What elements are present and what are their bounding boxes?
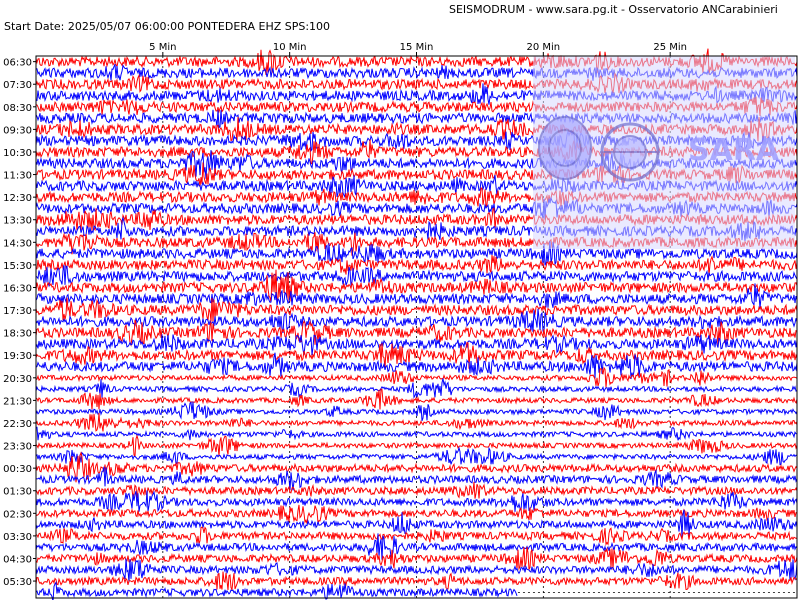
y-tick-label: 10:30 xyxy=(3,148,32,159)
x-tick-label: 20 Min xyxy=(527,42,561,53)
y-tick-label: 14:30 xyxy=(3,238,32,249)
x-tick-label: 5 Min xyxy=(149,42,176,53)
y-tick-label: 18:30 xyxy=(3,329,32,340)
y-tick-label: 05:30 xyxy=(3,577,32,588)
y-tick-label: 21:30 xyxy=(3,396,32,407)
y-tick-label: 01:30 xyxy=(3,487,32,498)
x-tick-labels: 5 Min 10 Min 15 Min 20 Min 25 Min xyxy=(149,42,687,56)
y-tick-label: 04:30 xyxy=(3,554,32,565)
y-tick-label: 19:30 xyxy=(3,351,32,362)
y-tick-label: 03:30 xyxy=(3,532,32,543)
x-tick-label: 25 Min xyxy=(653,42,687,53)
y-tick-label: 09:30 xyxy=(3,125,32,136)
y-tick-label: 17:30 xyxy=(3,306,32,317)
watermark-logo: SARA xyxy=(533,56,795,249)
y-tick-label: 00:30 xyxy=(3,464,32,475)
y-tick-label: 23:30 xyxy=(3,442,32,453)
x-tick-label: 15 Min xyxy=(400,42,434,53)
y-tick-label: 13:30 xyxy=(3,216,32,227)
trace-row xyxy=(35,581,518,600)
x-tick-label: 10 Min xyxy=(273,42,307,53)
y-tick-labels: 06:30 07:30 08:30 09:30 10:30 11:30 12:30 13:30… xyxy=(3,58,36,588)
y-tick-label: 22:30 xyxy=(3,419,32,430)
y-tick-label: 12:30 xyxy=(3,193,32,204)
y-tick-label: 16:30 xyxy=(3,283,32,294)
y-tick-label: 07:30 xyxy=(3,80,32,91)
y-tick-label: 11:30 xyxy=(3,171,32,182)
y-tick-label: 02:30 xyxy=(3,509,32,520)
sara-logo-text: SARA xyxy=(688,133,780,168)
y-tick-label: 15:30 xyxy=(3,261,32,272)
trace-row xyxy=(36,426,797,441)
y-tick-label: 08:30 xyxy=(3,103,32,114)
y-tick-label: 20:30 xyxy=(3,374,32,385)
helicorder-plot: SARA 5 Min 10 Min 15 Min 20 Min 25 Min 06:30… xyxy=(3,42,798,600)
y-tick-label: 06:30 xyxy=(3,58,32,69)
